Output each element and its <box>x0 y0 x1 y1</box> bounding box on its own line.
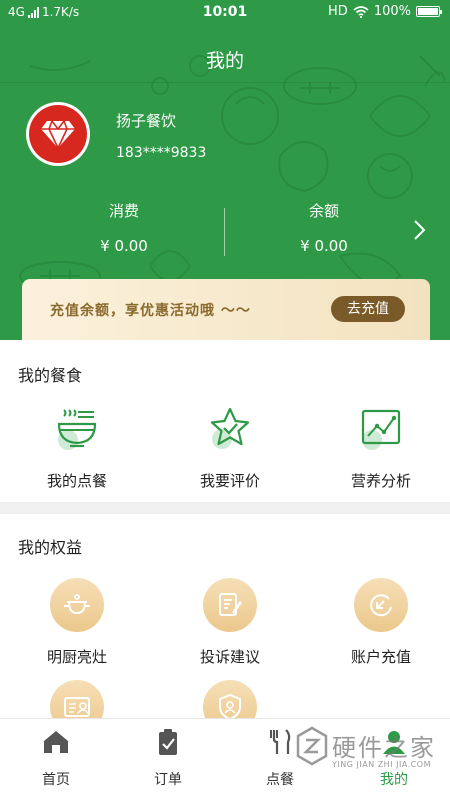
user-phone: 183****9833 <box>116 145 207 161</box>
menu-item-my-order[interactable]: 我的点餐 <box>2 406 152 491</box>
star-icon <box>210 407 250 449</box>
menu-item-label: 账户充值 <box>350 648 411 666</box>
tab-label: 首页 <box>42 772 70 788</box>
watermark-logo-icon <box>296 726 328 766</box>
stat-consumption[interactable]: 消费 ¥ 0.00 <box>24 200 224 255</box>
stat-label: 消费 <box>108 202 139 220</box>
recharge-banner[interactable]: 充值余额，享优惠活动哦 ～～ 去充值 <box>22 279 430 340</box>
chevron-right-icon[interactable] <box>409 218 429 242</box>
menu-item-nutrition[interactable]: 营养分析 <box>306 406 450 491</box>
diamond-icon <box>29 105 87 163</box>
watermark-url: YING JIAN ZHI JIA.COM <box>332 760 431 769</box>
battery-icon <box>416 6 442 17</box>
hd-indicator: HD <box>328 4 348 19</box>
complaint-doc-icon <box>203 578 257 632</box>
recharge-icon <box>354 578 408 632</box>
avatar[interactable] <box>26 102 90 166</box>
section-divider <box>0 502 450 514</box>
tab-home[interactable]: 首页 <box>0 727 112 789</box>
menu-item-open-kitchen[interactable]: 明厨亮灶 <box>2 578 152 667</box>
tab-label: 点餐 <box>266 772 294 788</box>
section-title-my-rights: 我的权益 <box>18 538 83 557</box>
tab-label: 我的 <box>380 772 408 788</box>
content-panel: 我的餐食 我的点餐 我要评价 营养分析 我的权益 明厨亮灶 投诉建议 账户充值 <box>0 340 450 734</box>
menu-item-complaint[interactable]: 投诉建议 <box>155 578 305 667</box>
bowl-icon <box>57 409 97 450</box>
watermark-text: 硬件之家 <box>332 734 436 762</box>
watermark: 硬件之家 YING JIAN ZHI JIA.COM <box>296 724 446 772</box>
menu-item-account-recharge[interactable]: 账户充值 <box>306 578 450 667</box>
stat-value: ¥ 0.00 <box>100 237 148 255</box>
menu-item-label: 营养分析 <box>350 472 411 490</box>
home-icon <box>44 731 68 753</box>
page-title: 我的 <box>205 50 244 72</box>
tab-label: 订单 <box>154 772 182 788</box>
wifi-icon <box>353 5 369 18</box>
chef-pot-icon <box>50 578 104 632</box>
menu-item-label: 明厨亮灶 <box>46 648 107 666</box>
menu-item-label: 我要评价 <box>199 472 260 490</box>
order-food-icon <box>270 729 291 754</box>
stat-label: 余额 <box>308 202 339 220</box>
section-title-my-food: 我的餐食 <box>18 366 83 385</box>
battery-percent: 100% <box>373 4 411 19</box>
status-right: HD 100% <box>328 4 442 19</box>
title-divider <box>0 82 450 83</box>
menu-item-label: 投诉建议 <box>199 648 260 666</box>
menu-item-label: 我的点餐 <box>46 472 107 490</box>
user-name: 扬子餐饮 <box>116 112 177 130</box>
menu-item-review[interactable]: 我要评价 <box>155 406 305 491</box>
status-bar: 4G 1.7K/s 10:01 HD 100% <box>0 0 450 26</box>
profile-header: 我的 扬子餐饮 183****9833 消费 ¥ 0.00 余额 ¥ 0.00 … <box>0 26 450 340</box>
clipboard-icon <box>159 729 177 755</box>
recharge-button[interactable]: 去充值 <box>331 296 405 322</box>
recharge-text: 充值余额，享优惠活动哦 ～～ <box>50 303 251 319</box>
tab-orders[interactable]: 订单 <box>112 727 224 789</box>
stat-value: ¥ 0.00 <box>300 237 348 255</box>
chart-icon <box>361 409 401 450</box>
stat-balance[interactable]: 余额 ¥ 0.00 <box>224 200 424 255</box>
